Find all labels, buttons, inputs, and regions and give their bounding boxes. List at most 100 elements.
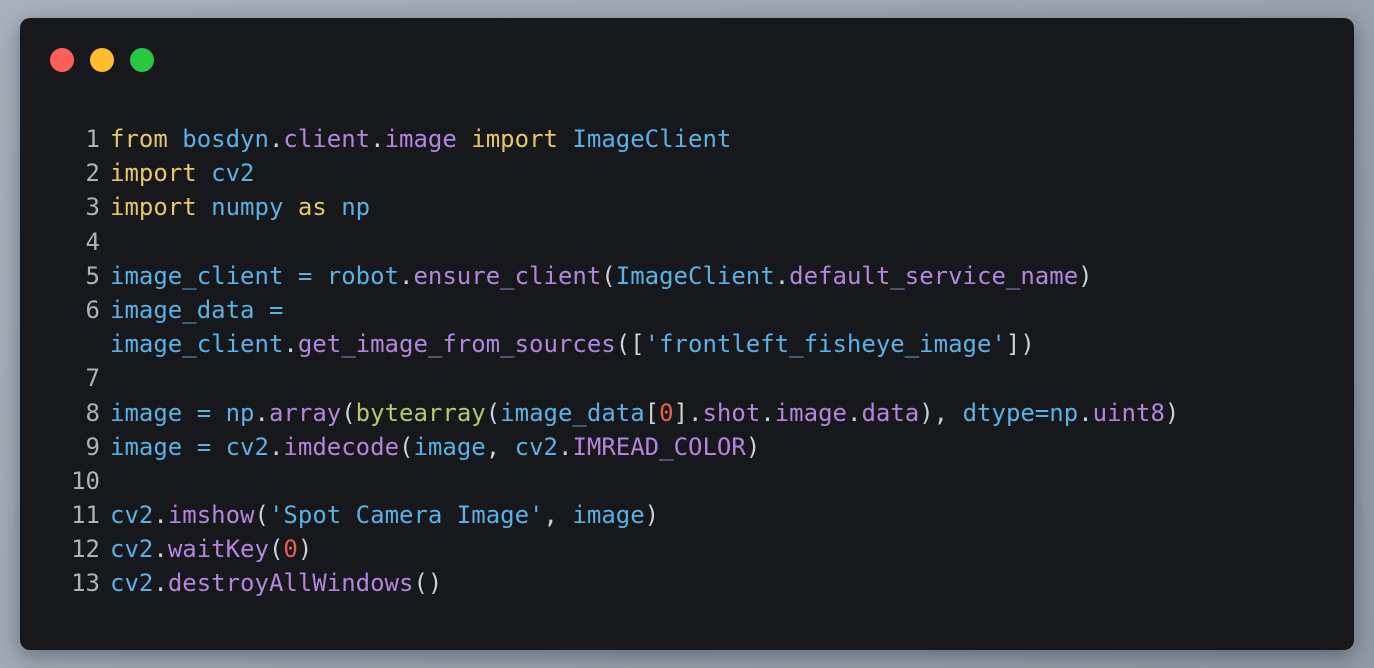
- code-token: dtype: [962, 398, 1035, 427]
- code-token: cv2: [110, 569, 154, 598]
- code-text: cv2.destroyAllWindows(): [110, 566, 442, 600]
- code-token: .: [774, 261, 790, 290]
- code-token: 0: [283, 535, 298, 564]
- code-token: image: [413, 432, 486, 461]
- code-token: ,: [485, 432, 515, 461]
- code-text: import numpy as np: [110, 190, 370, 224]
- code-token: waitKey: [167, 535, 269, 564]
- code-token: bytearray: [355, 398, 486, 427]
- line-number: 13: [71, 569, 100, 598]
- code-token: (: [399, 432, 414, 461]
- code-token: from: [110, 125, 168, 153]
- code-line: 1 from bosdyn.client.image import ImageCl…: [58, 122, 1179, 156]
- code-token: .: [254, 398, 269, 427]
- code-text: image = np.array(bytearray(image_data[0]…: [110, 396, 1179, 430]
- code-token: image: [110, 398, 183, 427]
- code-token: .: [153, 569, 168, 598]
- code-text: image_data =: [110, 293, 283, 327]
- code-token: client: [283, 125, 371, 153]
- code-token: image: [384, 125, 457, 153]
- line-number: 5: [85, 261, 100, 290]
- code-token: IMREAD_COLOR: [572, 432, 746, 461]
- code-token: cv2: [211, 159, 255, 188]
- code-token: ): [644, 501, 660, 530]
- code-line: 10: [58, 464, 1179, 498]
- code-line: 3 import numpy as np: [58, 190, 1179, 224]
- code-token: np: [341, 193, 371, 222]
- code-token: =: [196, 398, 212, 427]
- code-line: 13 cv2.destroyAllWindows(): [58, 566, 1179, 600]
- code-token: ),: [919, 398, 963, 427]
- line-number: 12: [71, 535, 100, 564]
- code-token: ImageClient: [572, 125, 732, 153]
- code-token: destroyAllWindows: [167, 569, 414, 598]
- code-token: numpy: [211, 193, 284, 222]
- code-line: 4: [58, 225, 1179, 259]
- code-token: uint8: [1092, 398, 1165, 427]
- code-token: .: [846, 398, 862, 427]
- code-token: ,: [543, 501, 573, 530]
- line-number: 9: [85, 432, 100, 461]
- code-token: ].: [673, 398, 703, 427]
- code-text: image_client.get_image_from_sources(['fr…: [110, 327, 1035, 361]
- code-token: imdecode: [283, 432, 400, 461]
- code-token: ): [1164, 398, 1180, 427]
- code-token: ]): [1005, 330, 1035, 359]
- code-token: bosdyn: [182, 125, 269, 153]
- code-token: (: [341, 398, 356, 427]
- code-token: image: [572, 501, 645, 530]
- code-token: image: [774, 398, 847, 427]
- code-line: 6 image_data =: [58, 293, 1179, 327]
- code-token: ): [745, 432, 761, 461]
- code-token: (: [254, 501, 269, 530]
- code-token: import: [471, 125, 558, 153]
- line-number: 3: [85, 193, 100, 222]
- code-token: cv2: [110, 535, 154, 564]
- code-token: (: [485, 398, 501, 427]
- code-token: 0: [659, 398, 674, 427]
- code-token: 'frontleft_fisheye_image': [644, 330, 1006, 359]
- code-text: cv2.imshow('Spot Camera Image', image): [110, 498, 659, 532]
- code-token: image_client: [110, 261, 284, 290]
- code-token: (: [601, 261, 616, 290]
- minimize-button[interactable]: [90, 48, 114, 72]
- code-line: 9 image = cv2.imdecode(image, cv2.IMREAD_…: [58, 430, 1179, 464]
- line-number: 6: [85, 295, 100, 324]
- code-line: 2 import cv2: [58, 156, 1179, 190]
- code-token: as: [297, 193, 327, 222]
- code-token: cv2: [225, 432, 269, 461]
- line-number: 1: [85, 125, 100, 153]
- code-line: image_client.get_image_from_sources(['fr…: [58, 327, 1179, 361]
- code-token: (): [413, 569, 443, 598]
- code-token: ([: [615, 330, 645, 359]
- code-text: image = cv2.imdecode(image, cv2.IMREAD_C…: [110, 430, 760, 464]
- code-token: =: [196, 432, 212, 461]
- code-token: image_data: [110, 295, 255, 324]
- code-text: from bosdyn.client.image import ImageCli…: [110, 122, 731, 156]
- code-token: .: [268, 432, 284, 461]
- code-token: ensure_client: [413, 261, 602, 290]
- code-token: np: [1049, 398, 1079, 427]
- code-token: default_service_name: [789, 261, 1079, 290]
- line-number: 8: [85, 398, 100, 427]
- code-token: data: [861, 398, 920, 427]
- code-line: 7: [58, 361, 1179, 395]
- code-token: =: [1034, 398, 1050, 427]
- code-token: shot: [702, 398, 761, 427]
- code-token: image: [110, 432, 183, 461]
- code-line: 12 cv2.waitKey(0): [58, 532, 1179, 566]
- close-button[interactable]: [50, 48, 74, 72]
- code-token: import: [110, 159, 197, 188]
- zoom-button[interactable]: [130, 48, 154, 72]
- code-token: .: [153, 501, 168, 530]
